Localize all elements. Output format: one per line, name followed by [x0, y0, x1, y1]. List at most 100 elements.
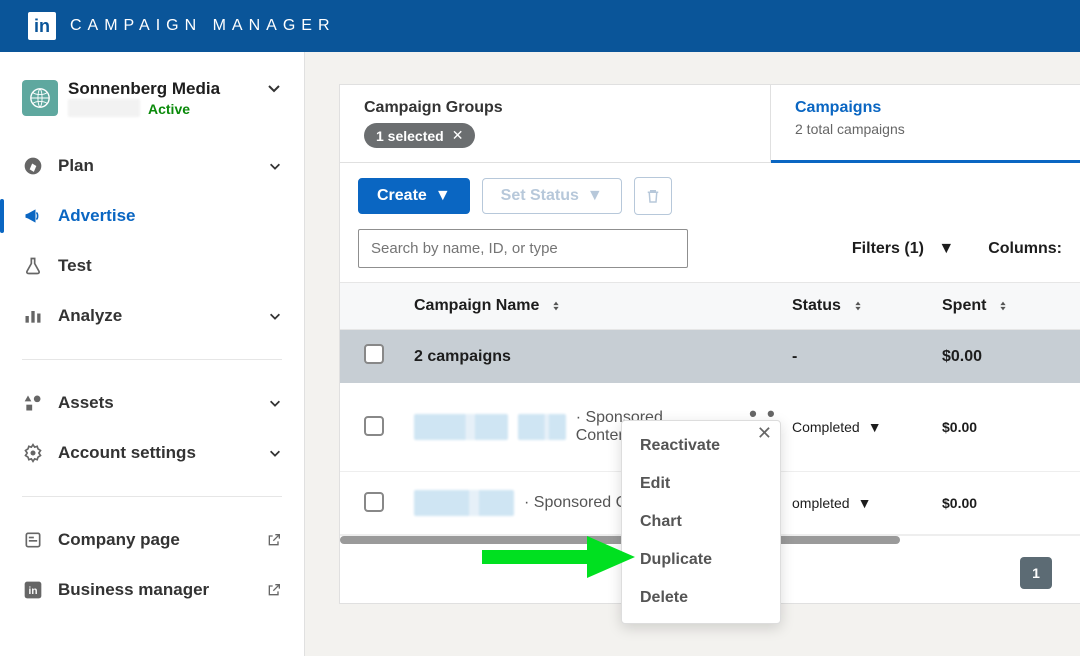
summary-status: - [792, 348, 942, 366]
nav-analyze[interactable]: Analyze [0, 291, 304, 341]
col-label: Status [792, 297, 841, 315]
redacted-name [518, 414, 565, 440]
trash-icon [644, 187, 662, 205]
separator [22, 496, 282, 497]
nav-plan[interactable]: Plan [0, 141, 304, 191]
nav-company-page[interactable]: Company page [0, 515, 304, 565]
col-status[interactable]: Status [792, 297, 942, 315]
row-checkbox[interactable] [364, 492, 384, 512]
cmenu-chart[interactable]: Chart [622, 503, 780, 541]
caret-down-icon: ▼ [587, 187, 603, 205]
account-status: Active [148, 101, 190, 117]
account-switcher[interactable]: Sonnenberg Media Active [0, 80, 304, 141]
status-value: Completed [792, 419, 860, 435]
summary-name: 2 campaigns [408, 348, 792, 366]
tabs: Campaign Groups 1 selected ✕ Campaigns 2… [339, 84, 1080, 163]
account-avatar [22, 80, 58, 116]
redacted-name [414, 490, 514, 516]
chevron-down-icon [268, 396, 282, 410]
main: Campaign Groups 1 selected ✕ Campaigns 2… [305, 52, 1080, 656]
summary-spent: $0.00 [942, 348, 1062, 366]
row-checkbox[interactable] [364, 416, 384, 436]
layout: Sonnenberg Media Active Plan Advertise [0, 52, 1080, 656]
chevron-down-icon [268, 446, 282, 460]
sidebar: Sonnenberg Media Active Plan Advertise [0, 52, 305, 656]
status-value: ompleted [792, 495, 850, 511]
nav-business-manager[interactable]: in Business manager [0, 565, 304, 615]
col-campaign-name[interactable]: Campaign Name [408, 297, 792, 315]
shapes-icon [22, 392, 44, 414]
redacted-account-id [68, 99, 140, 117]
tab-campaigns[interactable]: Campaigns 2 total campaigns [770, 85, 1080, 162]
tab-campaign-groups[interactable]: Campaign Groups 1 selected ✕ [340, 85, 770, 162]
col-label: Campaign Name [414, 297, 539, 315]
nav-label: Assets [58, 393, 114, 413]
caret-down-icon: ▼ [435, 187, 451, 205]
external-link-icon [266, 532, 282, 548]
close-icon[interactable]: ✕ [452, 127, 464, 144]
cmenu-delete[interactable]: Delete [622, 579, 780, 617]
button-label: Create [377, 187, 427, 205]
external-link-icon [266, 582, 282, 598]
caret-down-icon: ▼ [938, 240, 954, 257]
columns-label: Columns: [988, 240, 1062, 257]
svg-text:in: in [29, 586, 38, 597]
nav: Plan Advertise Test Analyze Assets [0, 141, 304, 615]
page-icon [22, 529, 44, 551]
button-label: Set Status [501, 187, 579, 205]
chevron-down-icon [268, 309, 282, 323]
nav-label: Test [58, 256, 92, 276]
delete-button[interactable] [634, 177, 672, 215]
chevron-down-icon [266, 80, 282, 96]
globe-icon [29, 87, 51, 109]
caret-down-icon: ▼ [868, 419, 882, 435]
set-status-button[interactable]: Set Status ▼ [482, 178, 622, 214]
col-label: Spent [942, 297, 986, 315]
chip-label: 1 selected [376, 128, 444, 144]
nav-label: Analyze [58, 306, 122, 326]
account-name: Sonnenberg Media [68, 80, 266, 99]
sort-icon [549, 299, 563, 313]
filters-area: Filters (1) ▼ Columns: [852, 240, 1062, 258]
flask-icon [22, 255, 44, 277]
spent-value: $0.00 [942, 495, 1062, 511]
page-1-button[interactable]: 1 [1020, 557, 1052, 589]
sort-icon [851, 299, 865, 313]
linkedin-icon: in [22, 579, 44, 601]
select-all-checkbox[interactable] [364, 344, 384, 364]
gear-icon [22, 442, 44, 464]
search-input[interactable] [358, 229, 688, 268]
table-header: Campaign Name Status Spent [340, 282, 1080, 330]
nav-account-settings[interactable]: Account settings [0, 428, 304, 478]
status-cell[interactable]: Completed ▼ [792, 419, 942, 435]
col-spent[interactable]: Spent [942, 297, 1062, 315]
tab-subtitle: 2 total campaigns [795, 121, 1056, 137]
filters-label: Filters (1) [852, 240, 924, 257]
filters-button[interactable]: Filters (1) ▼ [852, 240, 954, 258]
context-menu: ✕ Reactivate Edit Chart Duplicate Delete [621, 420, 781, 624]
nav-label: Plan [58, 156, 94, 176]
app-title: CAMPAIGN MANAGER [70, 17, 336, 35]
columns-button[interactable]: Columns: [988, 240, 1062, 258]
linkedin-logo: in [28, 12, 56, 40]
create-button[interactable]: Create ▼ [358, 178, 470, 214]
cmenu-edit[interactable]: Edit [622, 465, 780, 503]
separator [22, 359, 282, 360]
nav-test[interactable]: Test [0, 241, 304, 291]
compass-icon [22, 155, 44, 177]
summary-row: 2 campaigns - $0.00 [340, 330, 1080, 383]
nav-assets[interactable]: Assets [0, 378, 304, 428]
chevron-down-icon [268, 159, 282, 173]
spent-value: $0.00 [942, 419, 1062, 435]
close-icon[interactable]: ✕ [757, 423, 772, 444]
nav-advertise[interactable]: Advertise [0, 191, 304, 241]
nav-label: Company page [58, 530, 180, 550]
status-cell[interactable]: ompleted ▼ [792, 495, 942, 511]
nav-label: Account settings [58, 443, 196, 463]
toolbar: Create ▼ Set Status ▼ [340, 163, 1080, 215]
selected-chip[interactable]: 1 selected ✕ [364, 123, 475, 148]
cmenu-duplicate[interactable]: Duplicate [622, 541, 780, 579]
tab-title: Campaigns [795, 99, 1056, 117]
top-bar: in CAMPAIGN MANAGER [0, 0, 1080, 52]
scrollbar-thumb[interactable] [340, 536, 900, 544]
